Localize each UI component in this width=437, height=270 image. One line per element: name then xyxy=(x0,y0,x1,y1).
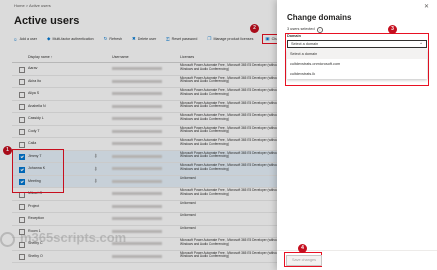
domain-select[interactable]: Select a domain ⌃ xyxy=(287,40,427,48)
info-icon[interactable]: i xyxy=(317,26,323,33)
domain-select-value: Select a domain xyxy=(291,42,319,46)
selected-count: 3 users selected xyxy=(287,27,315,31)
watermark: m365scripts.com xyxy=(20,230,127,245)
watermark-logo xyxy=(0,232,15,247)
save-changes-button[interactable]: Save changes xyxy=(286,255,322,266)
domain-option[interactable]: cultdevstrats.onmicrosoft.com xyxy=(287,59,427,69)
step-4-badge: 4 xyxy=(298,244,307,253)
panel-title: Change domains xyxy=(287,13,352,22)
domain-option[interactable]: cultdevstrats.lk xyxy=(287,69,427,79)
step-3-badge: 3 xyxy=(388,25,397,34)
change-domains-panel: ✕ Change domains 3 users selected i 3 Do… xyxy=(277,0,437,270)
domain-label: Domain xyxy=(287,34,301,38)
domain-option[interactable]: Select a domain xyxy=(287,49,427,59)
chevron-up-icon: ⌃ xyxy=(419,42,423,47)
close-icon[interactable]: ✕ xyxy=(424,3,429,10)
domain-options: Select a domain cultdevstrats.onmicrosof… xyxy=(287,49,427,79)
